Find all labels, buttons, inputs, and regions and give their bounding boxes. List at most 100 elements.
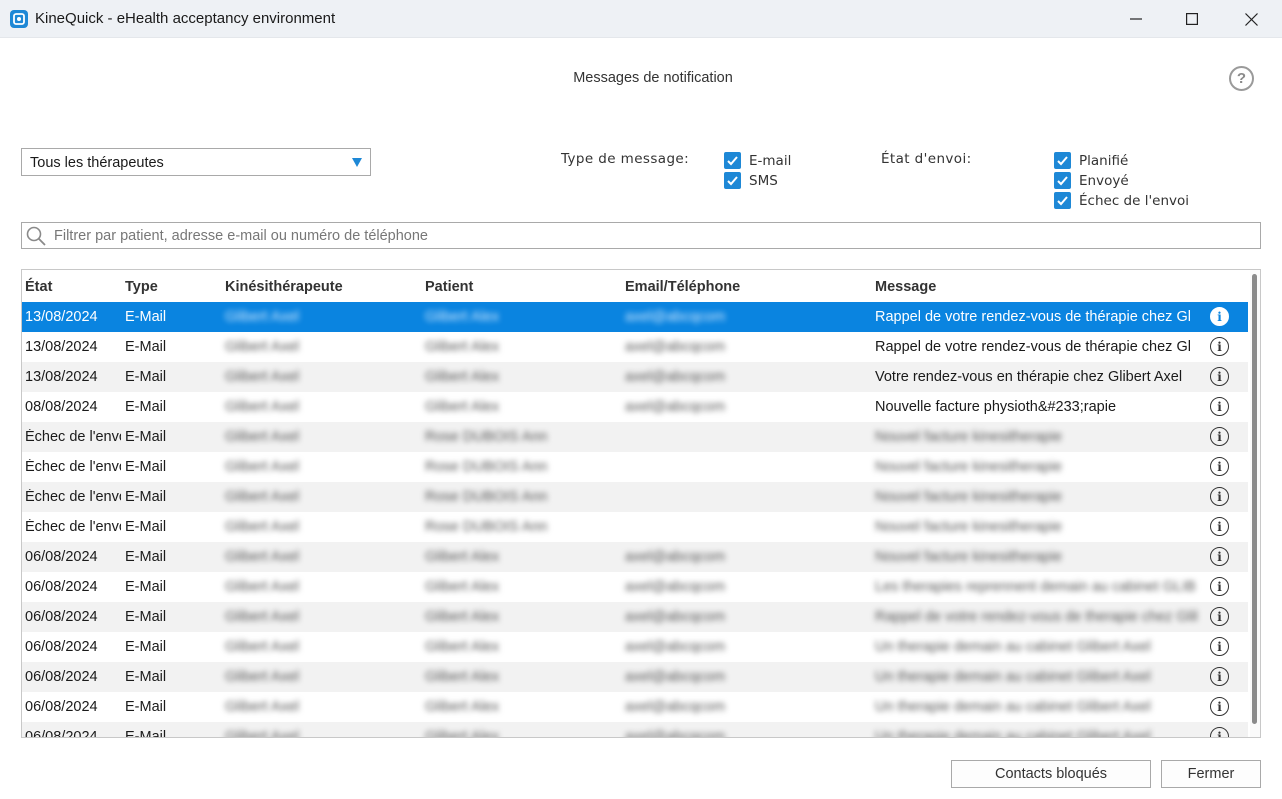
cell-message: Un therapie demain au cabinet Glibert Ax… (875, 699, 1151, 715)
info-icon[interactable]: i (1210, 577, 1229, 596)
cell-state: 13/08/2024 (25, 339, 98, 355)
table-row[interactable]: Échec de l'envoi E-Mail Glibert Axel Rose D… (22, 512, 1248, 542)
cell-message: Rappel de votre rendez-vous de thérapie … (875, 309, 1191, 325)
send-state-sent-label: Envoyé (1079, 172, 1129, 189)
cell-patient: Glibert Alex (425, 549, 500, 565)
window-title: KineQuick - eHealth acceptancy environme… (35, 10, 336, 27)
info-icon[interactable]: i (1210, 487, 1229, 506)
info-icon[interactable]: i (1210, 307, 1229, 326)
cell-message: Un therapie demain au cabinet Glibert Ax… (875, 639, 1151, 655)
info-icon[interactable]: i (1210, 727, 1229, 737)
info-icon[interactable]: i (1210, 337, 1229, 356)
table-row[interactable]: Échec de l'envoi E-Mail Glibert Axel Rose D… (22, 482, 1248, 512)
dropdown-arrow-icon (352, 158, 362, 167)
table-row[interactable]: 06/08/2024 E-Mail Glibert Axel Glibert Alex… (22, 542, 1248, 572)
send-state-failed-checkbox[interactable]: Échec de l'envoi (1054, 192, 1189, 209)
cell-message: Un therapie demain au cabinet Glibert Ax… (875, 669, 1151, 685)
table-row[interactable]: 06/08/2024 E-Mail Glibert Axel Glibert Alex… (22, 662, 1248, 692)
cell-patient: Glibert Alex (425, 369, 500, 385)
table-row[interactable]: 08/08/2024 E-Mail Glibert Axel Glibert Alex… (22, 392, 1248, 422)
table-row[interactable]: 06/08/2024 E-Mail Glibert Axel Glibert Alex… (22, 722, 1248, 738)
info-icon[interactable]: i (1210, 637, 1229, 656)
column-header-contact[interactable]: Email/Téléphone (625, 279, 740, 295)
search-icon (26, 226, 46, 246)
column-header-patient[interactable]: Patient (425, 279, 473, 295)
cell-message: Nouvel facture kinesitherapie (875, 459, 1062, 475)
column-header-type[interactable]: Type (125, 279, 158, 295)
cell-therapist: Glibert Axel (225, 639, 300, 655)
table-header: État Type Kinésithérapeute Patient Email… (22, 270, 1248, 302)
cell-type: E-Mail (125, 609, 167, 625)
table-row[interactable]: 06/08/2024 E-Mail Glibert Axel Glibert Alex… (22, 632, 1248, 662)
cell-therapist: Glibert Axel (225, 669, 300, 685)
cell-message: Nouvel facture kinesitherapie (875, 489, 1062, 505)
close-window-button[interactable] (1222, 0, 1280, 38)
search-box[interactable] (21, 222, 1261, 249)
maximize-button[interactable] (1163, 0, 1221, 38)
cell-type: E-Mail (125, 429, 167, 445)
info-icon[interactable]: i (1210, 397, 1229, 416)
cell-message: Un therapie demain au cabinet Glibert Ax… (875, 729, 1151, 738)
cell-therapist: Glibert Axel (225, 309, 300, 325)
cell-state: 06/08/2024 (25, 699, 98, 715)
message-type-sms-label: SMS (749, 172, 778, 189)
cell-contact: axel@abcqcom (625, 639, 726, 655)
cell-type: E-Mail (125, 639, 167, 655)
notifications-table: État Type Kinésithérapeute Patient Email… (21, 269, 1261, 738)
minimize-button[interactable] (1107, 0, 1165, 38)
info-icon[interactable]: i (1210, 607, 1229, 626)
help-icon[interactable]: ? (1229, 66, 1254, 91)
cell-message: Rappel de votre rendez-vous de therapie … (875, 609, 1197, 625)
scrollbar-thumb[interactable] (1252, 274, 1257, 724)
message-type-email-checkbox[interactable]: E-mail (724, 152, 791, 169)
column-header-state[interactable]: État (25, 279, 52, 295)
cell-type: E-Mail (125, 369, 167, 385)
cell-patient: Glibert Alex (425, 669, 500, 685)
cell-therapist: Glibert Axel (225, 699, 300, 715)
cell-message: Votre rendez-vous en thérapie chez Glibe… (875, 369, 1183, 385)
table-scrollbar[interactable] (1250, 270, 1260, 737)
table-row[interactable]: 06/08/2024 E-Mail Glibert Axel Glibert Alex… (22, 572, 1248, 602)
checkbox-checked-icon (724, 152, 741, 169)
column-header-therapist[interactable]: Kinésithérapeute (225, 279, 343, 295)
search-input[interactable] (54, 225, 1244, 246)
cell-contact: axel@abcqcom (625, 369, 726, 385)
cell-therapist: Glibert Axel (225, 609, 300, 625)
cell-therapist: Glibert Axel (225, 549, 300, 565)
cell-therapist: Glibert Axel (225, 339, 300, 355)
therapist-select[interactable]: Tous les thérapeutes (21, 148, 371, 176)
send-state-planned-checkbox[interactable]: Planifié (1054, 152, 1128, 169)
column-header-message[interactable]: Message (875, 279, 936, 295)
cell-state: 06/08/2024 (25, 579, 98, 595)
table-row[interactable]: 13/08/2024 E-Mail Glibert Axel Glibert Alex… (22, 302, 1248, 332)
table-row[interactable]: Échec de l'envoi E-Mail Glibert Axel Rose D… (22, 422, 1248, 452)
info-icon[interactable]: i (1210, 457, 1229, 476)
info-icon[interactable]: i (1210, 367, 1229, 386)
info-icon[interactable]: i (1210, 667, 1229, 686)
cell-patient: Glibert Alex (425, 579, 500, 595)
checkbox-checked-icon (724, 172, 741, 189)
info-icon[interactable]: i (1210, 697, 1229, 716)
cell-therapist: Glibert Axel (225, 519, 300, 535)
info-icon[interactable]: i (1210, 517, 1229, 536)
table-row[interactable]: 13/08/2024 E-Mail Glibert Axel Glibert Alex… (22, 332, 1248, 362)
cell-contact: axel@abcqcom (625, 699, 726, 715)
checkbox-checked-icon (1054, 152, 1071, 169)
cell-contact: axel@abcqcom (625, 579, 726, 595)
minimize-icon (1130, 18, 1142, 20)
cell-contact: axel@abcqcom (625, 609, 726, 625)
table-row[interactable]: 06/08/2024 E-Mail Glibert Axel Glibert Alex… (22, 692, 1248, 722)
info-icon[interactable]: i (1210, 547, 1229, 566)
cell-patient: Rose DUBOIS Ann (425, 489, 548, 505)
close-button[interactable]: Fermer (1161, 760, 1261, 788)
info-icon[interactable]: i (1210, 427, 1229, 446)
table-row[interactable]: 06/08/2024 E-Mail Glibert Axel Glibert Alex… (22, 602, 1248, 632)
cell-state: 06/08/2024 (25, 729, 98, 738)
message-type-sms-checkbox[interactable]: SMS (724, 172, 778, 189)
blocked-contacts-button[interactable]: Contacts bloqués (951, 760, 1151, 788)
table-row[interactable]: 13/08/2024 E-Mail Glibert Axel Glibert Alex… (22, 362, 1248, 392)
cell-type: E-Mail (125, 549, 167, 565)
table-row[interactable]: Échec de l'envoi E-Mail Glibert Axel Rose D… (22, 452, 1248, 482)
send-state-sent-checkbox[interactable]: Envoyé (1054, 172, 1129, 189)
message-type-label: Type de message: (561, 151, 690, 167)
